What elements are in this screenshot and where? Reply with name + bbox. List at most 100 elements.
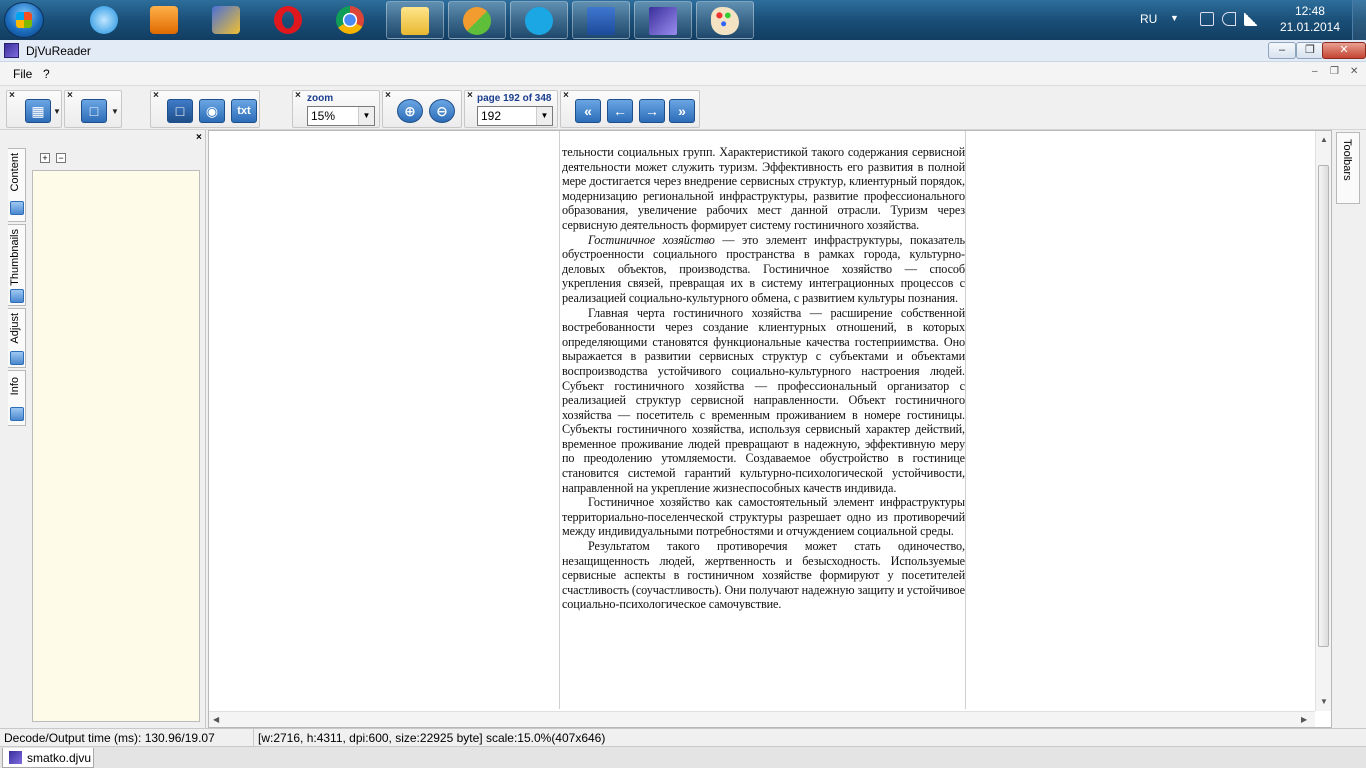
document-tab[interactable]: smatko.djvu: [2, 748, 94, 768]
image-mode-button[interactable]: ◉: [199, 99, 225, 123]
taskbar-app-tools[interactable]: [198, 1, 256, 39]
word-icon: [587, 7, 615, 35]
chrome-icon: [336, 6, 364, 34]
djvu-app-icon: [4, 43, 19, 58]
last-page-button[interactable]: »: [669, 99, 695, 123]
page-number-value: 192: [481, 109, 502, 123]
scroll-up-arrow-icon[interactable]: ▲: [1320, 135, 1328, 144]
vertical-scrollbar[interactable]: ▲ ▼: [1315, 131, 1331, 711]
show-desktop-button[interactable]: [1352, 0, 1366, 40]
window-titlebar: DjVuReader – ❐ ✕: [0, 40, 1366, 62]
toolbars-panel: Toolbars: [1334, 130, 1366, 728]
scroll-right-arrow-icon[interactable]: ▶: [1301, 715, 1307, 724]
clock[interactable]: 12:48 21.01.2014: [1280, 3, 1340, 35]
zoom-out-button[interactable]: ⊖: [429, 99, 455, 123]
vertical-scroll-thumb[interactable]: [1318, 165, 1329, 647]
close-button[interactable]: ✕: [1322, 42, 1366, 59]
toolbar-group-zoom: × zoom 15% ▼: [292, 90, 380, 128]
chevron-down-icon[interactable]: ▼: [1170, 13, 1179, 23]
volume-icon[interactable]: [1222, 12, 1236, 26]
chevron-down-icon[interactable]: ▼: [111, 107, 119, 116]
maximize-button[interactable]: ❐: [1296, 42, 1324, 59]
mdi-close-button[interactable]: ✕: [1350, 66, 1358, 77]
chevron-down-icon[interactable]: ▼: [536, 107, 552, 125]
content-tree[interactable]: [32, 170, 200, 722]
toolbar-group-page-view: × □ ▼: [64, 90, 122, 128]
minimize-button[interactable]: –: [1268, 42, 1296, 59]
chevron-down-icon[interactable]: ▼: [53, 107, 61, 116]
toolbar-close-icon[interactable]: ×: [153, 90, 159, 101]
taskbar-app-ie[interactable]: [76, 1, 134, 39]
layout-mode-button[interactable]: ▦: [25, 99, 51, 123]
paint-icon: [711, 7, 739, 35]
next-page-button[interactable]: →: [639, 99, 665, 123]
paragraph-lead: Гостиничное хозяйство: [588, 232, 715, 247]
language-indicator[interactable]: RU: [1140, 12, 1157, 26]
tab-info[interactable]: Info: [8, 370, 26, 426]
toolbar-close-icon[interactable]: ×: [67, 90, 73, 101]
taskbar-app-chrome[interactable]: [322, 1, 380, 39]
taskbar-app-app[interactable]: [448, 1, 506, 39]
mdi-restore-button[interactable]: ❐: [1330, 66, 1339, 77]
paragraph-text: Гостиничное хозяйство как самостоятельны…: [562, 495, 965, 539]
adjust-icon: [10, 351, 24, 365]
previous-page-button[interactable]: ←: [607, 99, 633, 123]
decode-time-status: Decode/Output time (ms): 130.96/19.07: [0, 729, 254, 747]
paragraph-text: тельности социальных групп. Характеристи…: [562, 145, 965, 232]
panel-close-icon[interactable]: ×: [196, 132, 202, 143]
expand-all-button[interactable]: +: [40, 153, 50, 163]
page-view-button[interactable]: □: [81, 99, 107, 123]
system-tray: RU ▼ 12:48 21.01.2014: [1126, 0, 1366, 40]
clock-date: 21.01.2014: [1279, 20, 1340, 34]
taskbar-app-explorer[interactable]: [386, 1, 444, 39]
select-region-button[interactable]: □: [167, 99, 193, 123]
paragraph: Результатом такого противоречия может ст…: [562, 539, 965, 612]
toolbar-close-icon[interactable]: ×: [295, 90, 301, 101]
menu-help[interactable]: ?: [43, 67, 50, 81]
horizontal-scrollbar[interactable]: ◀ ▶: [209, 711, 1315, 727]
toolbar-close-icon[interactable]: ×: [563, 90, 569, 101]
folder-icon: [401, 7, 429, 35]
windows-taskbar: RU ▼ 12:48 21.01.2014: [0, 0, 1366, 40]
network-tray-icon[interactable]: [1200, 12, 1214, 26]
paragraph: Главная черта гостиничного хозяйства — р…: [562, 306, 965, 496]
document-page: тельности социальных групп. Характеристи…: [559, 131, 966, 709]
menu-file[interactable]: File: [13, 67, 32, 81]
tab-thumbnails-label: Thumbnails: [9, 229, 21, 286]
taskbar-app-skype[interactable]: [510, 1, 568, 39]
zoom-select[interactable]: 15% ▼: [307, 106, 375, 126]
image-icon: ◉: [205, 103, 219, 119]
paragraph: Гостиничное хозяйство как самостоятельны…: [562, 495, 965, 539]
tab-adjust[interactable]: Adjust: [8, 308, 26, 368]
tab-content[interactable]: Content: [8, 148, 26, 222]
djvu-file-icon: [9, 751, 22, 764]
content-icon: [10, 201, 24, 215]
taskbar-app-opera[interactable]: [260, 1, 318, 39]
paragraph: Гостиничное хозяйство — это элемент инфр…: [562, 233, 965, 306]
toolbar-close-icon[interactable]: ×: [467, 90, 473, 101]
taskbar-app-paint[interactable]: [696, 1, 754, 39]
start-button[interactable]: [4, 2, 44, 38]
signal-icon[interactable]: [1244, 12, 1258, 26]
taskbar-app-djvureader[interactable]: [634, 1, 692, 39]
skype-icon: [525, 7, 553, 35]
mdi-minimize-button[interactable]: –: [1312, 66, 1318, 77]
first-page-button[interactable]: «: [575, 99, 601, 123]
taskbar-app-media-player[interactable]: [136, 1, 194, 39]
document-tab-bar: smatko.djvu: [0, 746, 1366, 768]
zoom-in-button[interactable]: ⊕: [397, 99, 423, 123]
collapse-all-button[interactable]: −: [56, 153, 66, 163]
scroll-left-arrow-icon[interactable]: ◀: [213, 715, 219, 724]
chevron-down-icon[interactable]: ▼: [358, 107, 374, 125]
toolbar: × ▦ ▼ × □ ▼ × □ ◉ txt × zoom 15% ▼ × ⊕ ⊖…: [0, 86, 1366, 130]
document-view[interactable]: тельности социальных групп. Характеристи…: [208, 130, 1332, 728]
text-mode-button[interactable]: txt: [231, 99, 257, 123]
scroll-down-arrow-icon[interactable]: ▼: [1320, 697, 1328, 706]
toolbars-tab[interactable]: Toolbars: [1336, 132, 1360, 204]
toolbar-close-icon[interactable]: ×: [385, 90, 391, 101]
page-select[interactable]: 192 ▼: [477, 106, 553, 126]
tab-thumbnails[interactable]: Thumbnails: [8, 224, 26, 306]
toolbar-close-icon[interactable]: ×: [9, 90, 15, 101]
paragraph-text: Главная черта гостиничного хозяйства — р…: [562, 305, 965, 495]
taskbar-app-word[interactable]: [572, 1, 630, 39]
